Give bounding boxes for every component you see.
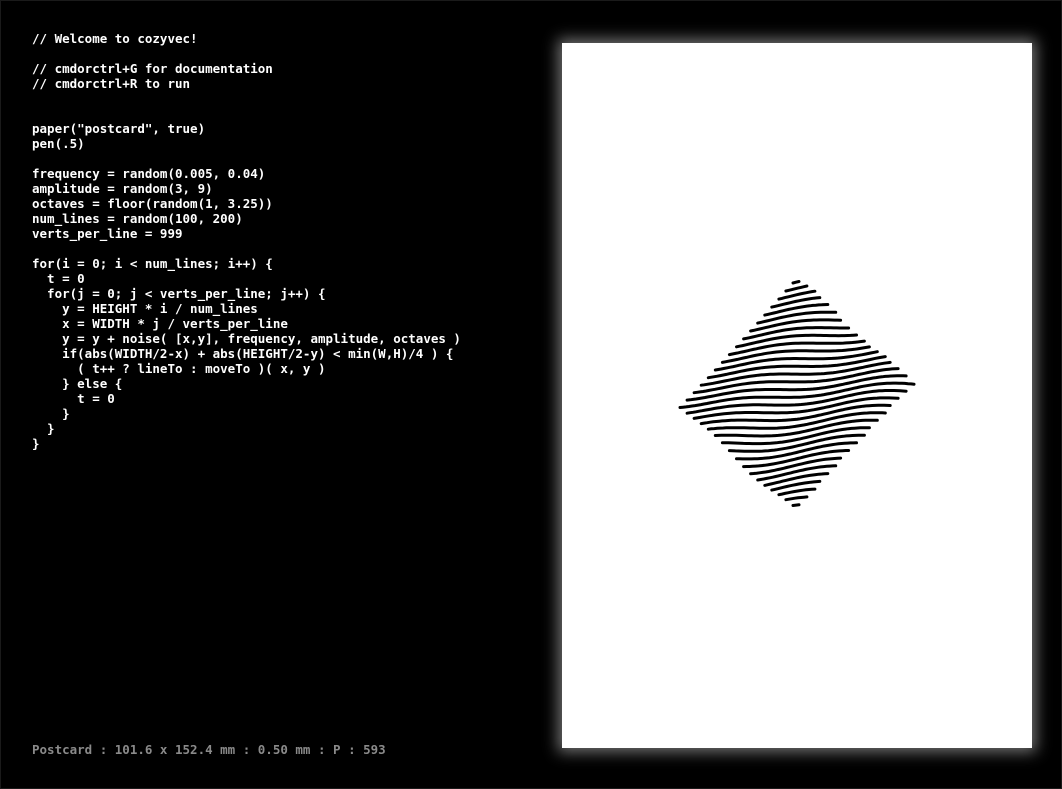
plot-stroke xyxy=(791,503,801,507)
status-bar: Postcard : 101.6 x 152.4 mm : 0.50 mm : … xyxy=(32,742,386,757)
plot-stroke xyxy=(777,487,817,497)
cozyvec-app: // Welcome to cozyvec! // cmdorctrl+G fo… xyxy=(0,0,1062,789)
code-editor[interactable]: // Welcome to cozyvec! // cmdorctrl+G fo… xyxy=(32,31,532,721)
plot-stroke xyxy=(720,345,871,364)
plot-stroke xyxy=(784,284,809,293)
plot-strokes xyxy=(678,280,916,507)
plot-canvas xyxy=(678,280,916,507)
plot-stroke xyxy=(791,280,801,285)
plot-stroke xyxy=(784,495,809,502)
paper-preview xyxy=(562,43,1032,748)
